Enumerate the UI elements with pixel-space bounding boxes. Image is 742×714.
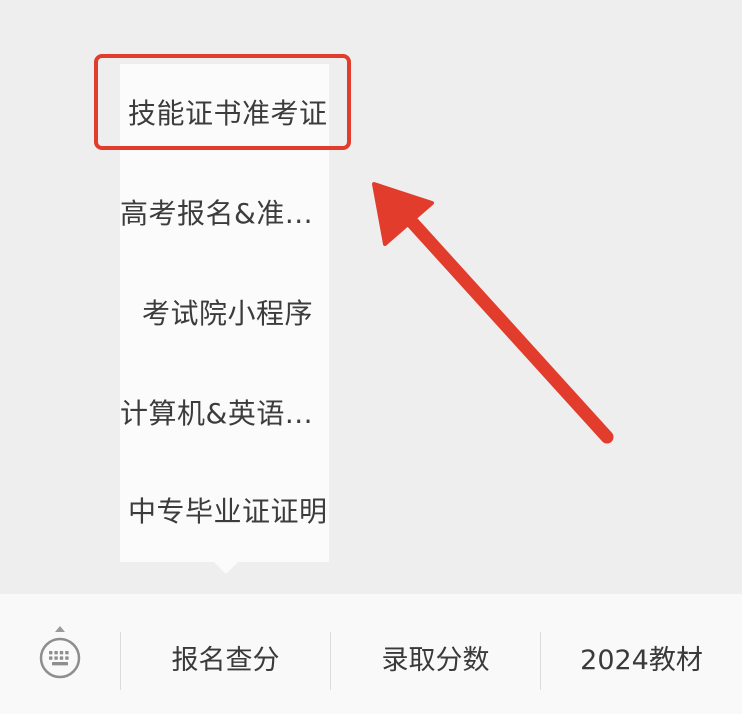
tab-registration-score-query[interactable]: 报名查分 [121, 632, 330, 690]
submenu-item-exam-institute-miniprogram[interactable]: 考试院小程序 [120, 264, 351, 364]
tab-label: 2024教材 [580, 645, 703, 676]
tab-label: 报名查分 [171, 645, 280, 676]
submenu-item-computer-english[interactable]: 计算机&英语... [120, 364, 329, 464]
annotation-highlight-box [94, 54, 351, 150]
tab-label: 录取分数 [381, 645, 490, 676]
submenu-item-label: 高考报名&准... [120, 197, 314, 230]
submenu-item-label: 考试院小程序 [142, 297, 314, 330]
submenu-item-secondary-diploma-cert[interactable]: 中专毕业证证明 [120, 462, 337, 562]
tab-2024-textbooks[interactable]: 2024教材 [541, 632, 742, 690]
chat-content-area: 技能证书准考证 高考报名&准... 考试院小程序 计算机&英语... 中专毕业证… [0, 0, 742, 594]
submenu-item-label: 计算机&英语... [120, 397, 314, 430]
submenu-caret [214, 562, 238, 574]
submenu-item-gaokao-registration[interactable]: 高考报名&准... [120, 164, 329, 264]
keyboard-icon [39, 626, 81, 679]
bottom-menu-bar: 报名查分 录取分数 2024教材 [0, 594, 742, 714]
keyboard-toggle-button[interactable] [36, 624, 84, 680]
tab-admission-scores[interactable]: 录取分数 [331, 632, 540, 690]
submenu-item-label: 中专毕业证证明 [128, 495, 328, 528]
